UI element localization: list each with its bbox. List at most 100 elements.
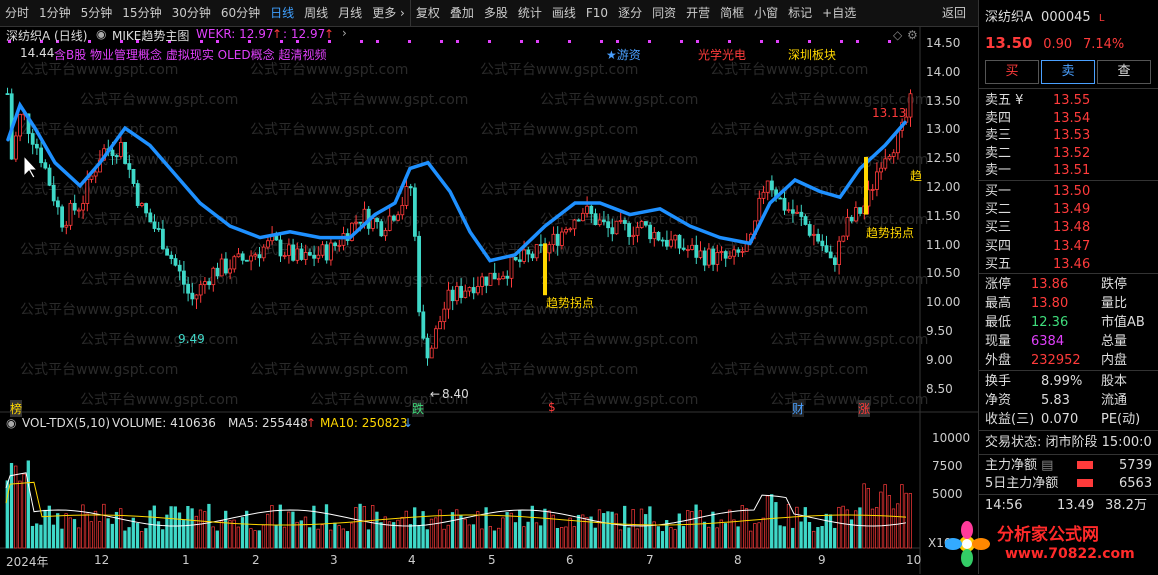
- indicator-toggle-icon[interactable]: ◉: [96, 27, 106, 41]
- toolbar-item-5[interactable]: 60分钟: [216, 0, 265, 26]
- volume-tick: 10000: [932, 431, 971, 445]
- volume-bar: [480, 528, 484, 549]
- volume-bar: [404, 510, 408, 549]
- toolbar-item-19[interactable]: 简框: [715, 0, 749, 26]
- toolbar-item-1[interactable]: 1分钟: [34, 0, 76, 26]
- volume-bar: [169, 506, 173, 549]
- bg-watermark-text: 公式平台www.gspt.com: [770, 152, 928, 168]
- wekr-value-up-arrow-icon: ↑: [324, 27, 335, 41]
- candle-body: [18, 114, 23, 137]
- volume-bar: [274, 525, 278, 549]
- main-net-label: 主力净额: [985, 458, 1038, 473]
- candle-body: [324, 244, 329, 261]
- toolbar-item-18[interactable]: 开营: [681, 0, 715, 26]
- candle-body: [85, 179, 90, 204]
- candle-body: [232, 256, 237, 270]
- volume-bar: [144, 528, 148, 549]
- toolbar-item-4[interactable]: 30分钟: [167, 0, 216, 26]
- volume-bar: [799, 521, 803, 549]
- toolbar-item-22[interactable]: +自选: [817, 0, 861, 26]
- sell-button[interactable]: 卖: [1041, 60, 1095, 84]
- volume-bar: [854, 510, 858, 549]
- toolbar-item-3[interactable]: 15分钟: [117, 0, 166, 26]
- toolbar-item-0[interactable]: 分时: [0, 0, 34, 26]
- top-dot-marker: [840, 40, 843, 43]
- query-button[interactable]: 查: [1097, 60, 1151, 84]
- toolbar-item-8[interactable]: 月线: [333, 0, 367, 26]
- candle-body: [765, 180, 770, 193]
- volume-bar: [35, 523, 39, 549]
- volume-bar: [14, 465, 18, 549]
- toolbar-item-21[interactable]: 标记: [783, 0, 817, 26]
- bid-price: 13.49: [1053, 202, 1091, 218]
- toolbar-item-2[interactable]: 5分钟: [76, 0, 118, 26]
- indicator-next-icon[interactable]: ›: [342, 26, 347, 40]
- marker-zhang[interactable]: 涨: [858, 400, 871, 417]
- candle-body: [173, 258, 178, 266]
- stat2-label: 收益(三): [985, 412, 1035, 427]
- marker-bang[interactable]: 榜: [10, 400, 23, 417]
- volume-bar: [186, 505, 190, 549]
- volume-bar: [807, 522, 812, 549]
- date-tick: 2024年: [6, 555, 49, 569]
- ask-label: 卖五 ¥: [985, 93, 1024, 108]
- toolbar-item-16[interactable]: 逐分: [613, 0, 647, 26]
- bg-watermark-text: 公式平台www.gspt.com: [310, 272, 468, 288]
- diamond-icon[interactable]: ◇: [893, 28, 902, 42]
- toolbar-item-7[interactable]: 周线: [299, 0, 333, 26]
- vol-title[interactable]: VOL-TDX(5,10): [22, 416, 110, 430]
- main-net-info-icon[interactable]: ▤: [1041, 458, 1053, 473]
- volume-bar: [182, 519, 186, 549]
- bg-watermark-text: 公式平台www.gspt.com: [540, 212, 698, 228]
- candle-body: [509, 256, 514, 279]
- toolbar-item-15[interactable]: F10: [581, 0, 613, 26]
- candle-body: [144, 203, 149, 214]
- volume-bar: [555, 527, 560, 549]
- kline-chart[interactable]: 公式平台www.gspt.com 公式平台www.gspt.com 公式平台www.…: [0, 26, 978, 574]
- candle-body: [442, 308, 447, 323]
- buy-button[interactable]: 买: [985, 60, 1039, 84]
- top-dot-marker: [808, 40, 811, 43]
- top-dot-marker: [760, 40, 763, 43]
- candle-body: [114, 155, 119, 157]
- toolbar-item-12[interactable]: 多股: [479, 0, 513, 26]
- toolbar-item-10[interactable]: 复权: [409, 0, 445, 26]
- toolbar-item-17[interactable]: 同资: [647, 0, 681, 26]
- marker-dollar[interactable]: $: [548, 400, 556, 414]
- vol-toggle-icon[interactable]: ◉: [6, 416, 16, 430]
- indicator-name[interactable]: MIKE趋势主图: [112, 27, 189, 44]
- top-dot-marker: [696, 40, 699, 43]
- candle-body: [47, 167, 52, 186]
- volume-bar: [744, 508, 749, 549]
- candle-body: [530, 253, 535, 259]
- back-button[interactable]: 返回: [930, 0, 978, 26]
- toolbar-item-14[interactable]: 画线: [547, 0, 581, 26]
- volume-bar: [43, 509, 47, 549]
- candle-body: [887, 155, 892, 160]
- candle-body: [207, 281, 212, 286]
- candle-body: [169, 254, 174, 259]
- candle-body: [438, 321, 443, 330]
- candle-body: [56, 200, 60, 208]
- toolbar-item-9[interactable]: 更多 ›: [367, 0, 410, 26]
- candle-body: [375, 218, 380, 223]
- toolbar-item-20[interactable]: 小窗: [749, 0, 783, 26]
- toolbar-item-11[interactable]: 叠加: [445, 0, 479, 26]
- bg-watermark-text: 公式平台www.gspt.com: [710, 362, 868, 378]
- candle-body: [127, 163, 132, 170]
- marker-die[interactable]: 跌: [412, 400, 425, 417]
- volume-bar: [383, 516, 387, 549]
- volume-bar: [660, 531, 665, 549]
- volume-bar: [723, 523, 728, 549]
- ask-label: 卖三: [985, 128, 1012, 144]
- marker-cai[interactable]: 财: [792, 400, 805, 417]
- toolbar-item-6[interactable]: 日线: [265, 0, 299, 26]
- volume-bar: [148, 510, 152, 549]
- top-dot-marker: [648, 40, 651, 43]
- volume-bar: [379, 522, 383, 549]
- bg-watermark-text: 公式平台www.gspt.com: [770, 272, 928, 288]
- volume-bar: [497, 527, 501, 549]
- gear-icon[interactable]: ⚙: [907, 28, 918, 42]
- toolbar-item-13[interactable]: 统计: [513, 0, 547, 26]
- volume-bar: [60, 528, 64, 549]
